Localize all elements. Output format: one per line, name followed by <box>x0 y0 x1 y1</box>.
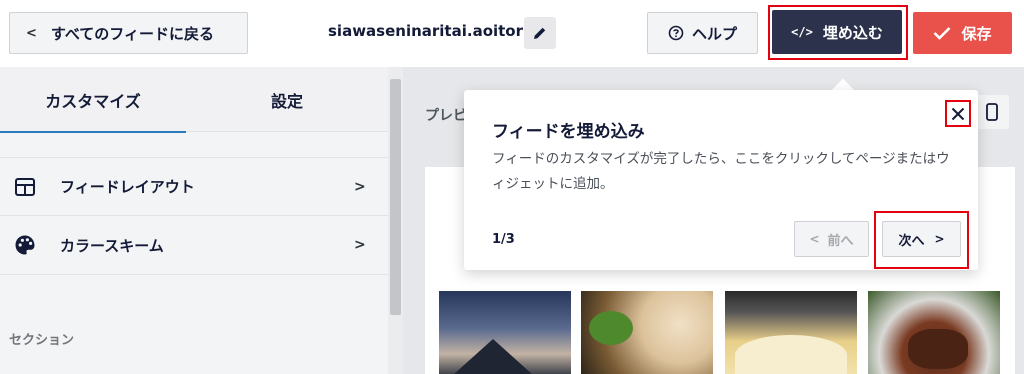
sidebar-item-label: カラースキーム <box>60 236 164 255</box>
previous-button-label: 前へ <box>827 233 854 249</box>
active-tab-indicator <box>0 131 186 133</box>
chevron-left-icon: < <box>809 232 820 246</box>
customizer-sidebar: カスタマイズ 設定 フィードレイアウト > カラースキーム > セクション <box>0 67 403 374</box>
embed-tutorial-popover: フィードを埋め込み フィードのカスタマイズが完了したら、ここをクリックしてページ… <box>464 90 978 270</box>
edit-feed-name-button[interactable] <box>524 17 556 49</box>
mobile-preview-button[interactable] <box>975 95 1009 129</box>
feed-photo-steak[interactable] <box>868 291 1000 374</box>
help-button[interactable]: ヘルプ <box>647 12 758 54</box>
tab-customize-label: カスタマイズ <box>45 91 141 111</box>
pencil-icon <box>534 27 546 39</box>
checkmark-icon <box>934 27 951 40</box>
next-step-button[interactable]: 次へ > <box>882 221 961 257</box>
tab-settings-label: 設定 <box>270 91 303 111</box>
embed-button-label: 埋め込む <box>822 23 883 42</box>
back-button-label: すべてのフィードに戻る <box>50 24 214 43</box>
feed-photo-pasta[interactable] <box>725 291 857 374</box>
embed-button[interactable]: </> 埋め込む <box>772 10 902 54</box>
save-button[interactable]: 保存 <box>913 12 1012 54</box>
previous-step-button[interactable]: < 前へ <box>794 221 869 257</box>
feed-photo-mountain[interactable] <box>439 291 571 374</box>
tab-customize[interactable]: カスタマイズ <box>0 67 186 133</box>
top-header: < すべてのフィードに戻る siawaseninaritai.aoitori ヘ… <box>0 0 1024 67</box>
chevron-left-icon: < <box>26 25 37 41</box>
feed-photo-salad[interactable] <box>581 291 713 374</box>
sidebar-scrollbar[interactable] <box>388 67 403 374</box>
chevron-right-icon: > <box>354 178 366 195</box>
popover-description: フィードのカスタマイズが完了したら、ここをクリックしてページまたはウィジェットに… <box>492 151 950 192</box>
palette-icon <box>14 234 36 256</box>
popover-title: フィードを埋め込み <box>492 122 645 142</box>
save-button-label: 保存 <box>961 24 992 43</box>
question-circle-icon <box>668 25 684 41</box>
sidebar-item-feed-layout[interactable]: フィードレイアウト > <box>0 157 388 216</box>
code-icon: </> <box>791 25 813 39</box>
chevron-right-icon: > <box>354 237 366 253</box>
sidebar-item-color-scheme[interactable]: カラースキーム > <box>0 216 388 275</box>
feed-name: siawaseninaritai.aoitori <box>328 22 529 40</box>
popover-close-button[interactable] <box>948 103 968 124</box>
customizer-menu: フィードレイアウト > カラースキーム > <box>0 157 388 275</box>
close-icon <box>951 107 965 120</box>
tab-settings[interactable]: 設定 <box>186 67 388 132</box>
scrollbar-thumb[interactable] <box>390 79 401 315</box>
chevron-right-icon: > <box>934 232 945 246</box>
sidebar-tabs: カスタマイズ 設定 <box>0 67 388 133</box>
sidebar-item-label: フィードレイアウト <box>60 178 195 196</box>
step-counter: 1/3 <box>492 232 515 247</box>
section-heading: セクション <box>9 333 75 348</box>
help-button-label: ヘルプ <box>691 24 737 43</box>
preview-label: プレビ <box>425 108 467 124</box>
next-button-label: 次へ <box>898 233 925 249</box>
mobile-device-icon <box>986 103 998 121</box>
grid-layout-icon <box>14 176 36 198</box>
back-to-feeds-button[interactable]: < すべてのフィードに戻る <box>9 12 248 54</box>
